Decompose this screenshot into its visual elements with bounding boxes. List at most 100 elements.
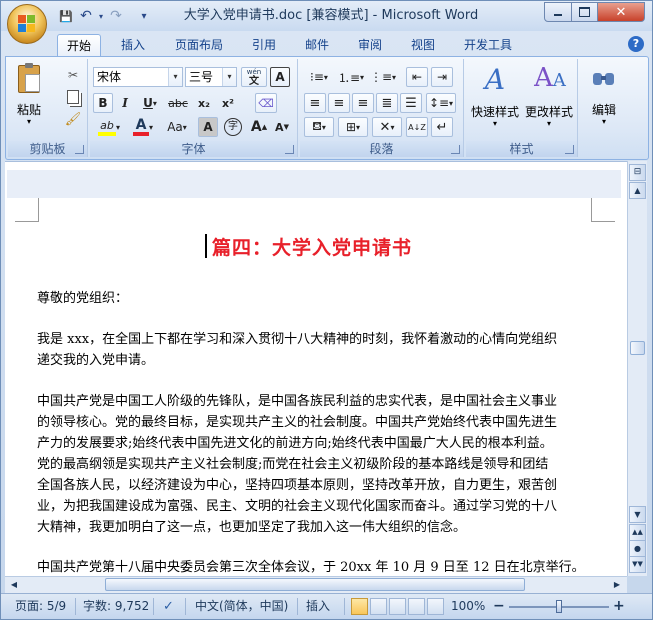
zoom-level[interactable]: 100%	[451, 594, 485, 619]
cut-icon[interactable]: ✂	[64, 65, 82, 85]
tab-mailings[interactable]: 邮件	[297, 34, 337, 56]
ruler-toggle-icon[interactable]: ⊟	[629, 164, 646, 181]
status-separator	[344, 598, 345, 615]
grow-font-icon[interactable]: A ▲	[248, 117, 270, 137]
redo-icon[interactable]: ↷	[107, 7, 125, 25]
tab-home[interactable]: 开始	[57, 34, 101, 56]
tab-references[interactable]: 引用	[244, 34, 284, 56]
paragraph-dialog-launcher-icon[interactable]	[451, 145, 460, 154]
tab-developer[interactable]: 开发工具	[456, 34, 520, 56]
font-name-dropdown-icon[interactable]: ▾	[168, 68, 182, 86]
highlight-button[interactable]: ab ▾	[93, 117, 125, 137]
status-bar: 页面: 5/9 字数: 9,752 ✓ 中文(简体，中国) 插入 100% − …	[1, 593, 652, 619]
numbering-icon[interactable]: ⒈≡ ▾	[336, 67, 366, 87]
horizontal-scrollbar[interactable]: ◀ ▶	[5, 576, 627, 593]
paste-button[interactable]: 粘贴 ▾	[12, 63, 46, 135]
sort-icon[interactable]: A↓Z	[406, 117, 428, 137]
word-count-status[interactable]: 字数: 9,752	[83, 594, 149, 619]
character-shading-icon[interactable]: A	[198, 117, 218, 137]
italic-button[interactable]: I	[115, 93, 135, 113]
enclose-characters-icon[interactable]: 字	[222, 117, 244, 137]
minimize-button[interactable]	[544, 2, 572, 22]
tab-insert[interactable]: 插入	[113, 34, 153, 56]
tab-page-layout[interactable]: 页面布局	[167, 34, 231, 56]
zoom-out-icon[interactable]: −	[493, 594, 505, 619]
align-center-icon[interactable]: ≡	[328, 93, 350, 113]
font-name-combo[interactable]: 宋体 ▾	[93, 67, 183, 87]
save-icon[interactable]: 💾	[57, 7, 75, 25]
superscript-button[interactable]: x²	[218, 93, 238, 113]
browse-object-icon[interactable]: ●	[629, 540, 646, 557]
increase-indent-icon[interactable]: ⇥	[431, 67, 453, 87]
tab-review[interactable]: 审阅	[350, 34, 390, 56]
draft-view-icon[interactable]	[427, 598, 444, 615]
shading-icon[interactable]: ⛾ ▾	[304, 117, 334, 137]
borders-icon[interactable]: ⊞ ▾	[338, 117, 368, 137]
phonetic-guide-icon[interactable]: wén 文	[241, 67, 267, 87]
change-styles-button[interactable]: AA 更改样式 ▾	[522, 63, 576, 135]
binoculars-icon	[592, 67, 616, 87]
print-layout-view-icon[interactable]	[351, 598, 368, 615]
outline-view-icon[interactable]	[408, 598, 425, 615]
line-spacing-icon[interactable]: ↕≡ ▾	[426, 93, 456, 113]
page-number-status[interactable]: 页面: 5/9	[15, 594, 66, 619]
previous-page-icon[interactable]: ▲▲	[629, 524, 646, 541]
undo-icon[interactable]: ↶	[77, 7, 95, 25]
change-case-button[interactable]: Aa ▾	[162, 117, 192, 137]
close-button[interactable]: ✕	[597, 2, 645, 22]
font-dialog-launcher-icon[interactable]	[285, 145, 294, 154]
next-page-icon[interactable]: ▼▼	[629, 556, 646, 573]
distributed-icon[interactable]: ☰	[400, 93, 422, 113]
strikethrough-button[interactable]: abc	[166, 93, 190, 113]
help-icon[interactable]: ?	[628, 36, 644, 52]
insert-mode-status[interactable]: 插入	[306, 594, 330, 619]
underline-button[interactable]: U ▾	[138, 93, 162, 113]
scroll-down-icon[interactable]: ▼	[629, 506, 646, 523]
justify-icon[interactable]: ≣	[376, 93, 398, 113]
shrink-font-icon[interactable]: A ▼	[271, 117, 293, 137]
editing-button[interactable]: 编辑 ▾	[582, 63, 626, 135]
text-line: 递交我的入党申请。	[37, 353, 155, 368]
multilevel-list-icon[interactable]: ⋮≡ ▾	[368, 67, 398, 87]
quick-styles-button[interactable]: A 快速样式 ▾	[468, 63, 522, 135]
font-size-dropdown-icon[interactable]: ▾	[222, 68, 236, 86]
office-button[interactable]	[7, 4, 47, 44]
format-painter-icon[interactable]: 🖌	[64, 109, 82, 129]
styles-dialog-launcher-icon[interactable]	[565, 145, 574, 154]
maximize-button[interactable]	[571, 2, 598, 22]
clipboard-dialog-launcher-icon[interactable]	[75, 145, 84, 154]
font-color-button[interactable]: A ▾	[128, 117, 158, 137]
quick-styles-icon: A	[484, 63, 506, 96]
scroll-left-icon[interactable]: ◀	[6, 577, 22, 592]
web-layout-view-icon[interactable]	[389, 598, 406, 615]
scroll-thumb[interactable]	[630, 341, 645, 355]
clear-formatting-icon[interactable]: ⌫	[255, 93, 277, 113]
show-marks-icon[interactable]: ↵	[431, 117, 453, 137]
full-screen-reading-view-icon[interactable]	[370, 598, 387, 615]
font-size-combo[interactable]: 三号 ▾	[185, 67, 237, 87]
character-border-icon[interactable]: A	[270, 67, 290, 87]
bullets-icon[interactable]: ⁝≡ ▾	[304, 67, 334, 87]
scroll-right-icon[interactable]: ▶	[609, 577, 625, 592]
subscript-button[interactable]: x₂	[194, 93, 214, 113]
language-status[interactable]: 中文(简体，中国)	[195, 594, 288, 619]
paste-dropdown-icon: ▾	[26, 117, 31, 126]
text-line: 的领导核心。党的最终目标，是实现共产主义的社会制度。中国共产党始终代表中国先进生	[37, 415, 558, 430]
proofing-icon[interactable]: ✓	[163, 594, 174, 619]
vertical-scrollbar[interactable]: ⊟ ▲ ▼ ▲▲ ● ▼▼	[627, 161, 647, 576]
horizontal-scroll-thumb[interactable]	[105, 578, 525, 591]
bold-button[interactable]: B	[93, 93, 113, 113]
tab-view[interactable]: 视图	[403, 34, 443, 56]
zoom-in-icon[interactable]: +	[613, 594, 625, 619]
decrease-indent-icon[interactable]: ⇤	[406, 67, 428, 87]
undo-dropdown-icon[interactable]: ▾	[97, 7, 105, 25]
document-title: 篇四：大学入党申请书	[211, 237, 412, 259]
editing-dropdown-icon: ▾	[601, 117, 606, 126]
chinese-layout-icon[interactable]: ✕ ▾	[372, 117, 402, 137]
align-right-icon[interactable]: ≡	[352, 93, 374, 113]
scroll-up-icon[interactable]: ▲	[629, 182, 646, 199]
copy-icon[interactable]	[64, 87, 82, 107]
quick-styles-dropdown-icon: ▾	[492, 119, 497, 128]
zoom-slider-thumb[interactable]	[556, 600, 562, 613]
align-left-icon[interactable]: ≡	[304, 93, 326, 113]
